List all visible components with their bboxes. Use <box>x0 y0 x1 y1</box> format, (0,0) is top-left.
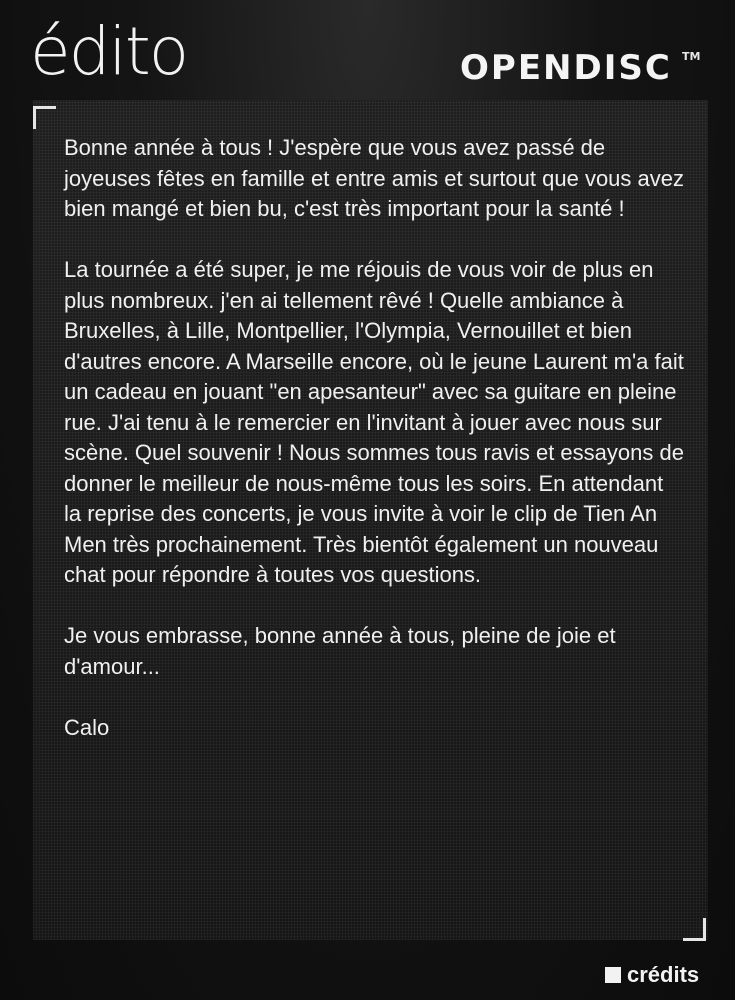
square-bullet-icon <box>605 967 621 983</box>
paragraph-farewell: Je vous embrasse, bonne année à tous, pl… <box>64 623 616 679</box>
paragraph-greeting: Bonne année à tous ! J'espère que vous a… <box>64 135 684 221</box>
page-title: édito <box>30 13 189 90</box>
edito-page: édito OPENDISC TM Bonne année à tous ! J… <box>0 0 735 1000</box>
edito-text: Bonne année à tous ! J'espère que vous a… <box>64 133 684 774</box>
corner-top-left-decoration <box>33 106 56 129</box>
credits-label: crédits <box>627 962 700 987</box>
signature: Calo <box>64 714 110 740</box>
trademark-mark: TM <box>682 50 701 63</box>
credits-link[interactable]: crédits <box>605 962 699 988</box>
opendisc-logo: OPENDISC <box>460 48 672 88</box>
corner-bottom-right-decoration <box>683 918 706 941</box>
paragraph-tour: La tournée a été super, je me réjouis de… <box>64 257 684 587</box>
